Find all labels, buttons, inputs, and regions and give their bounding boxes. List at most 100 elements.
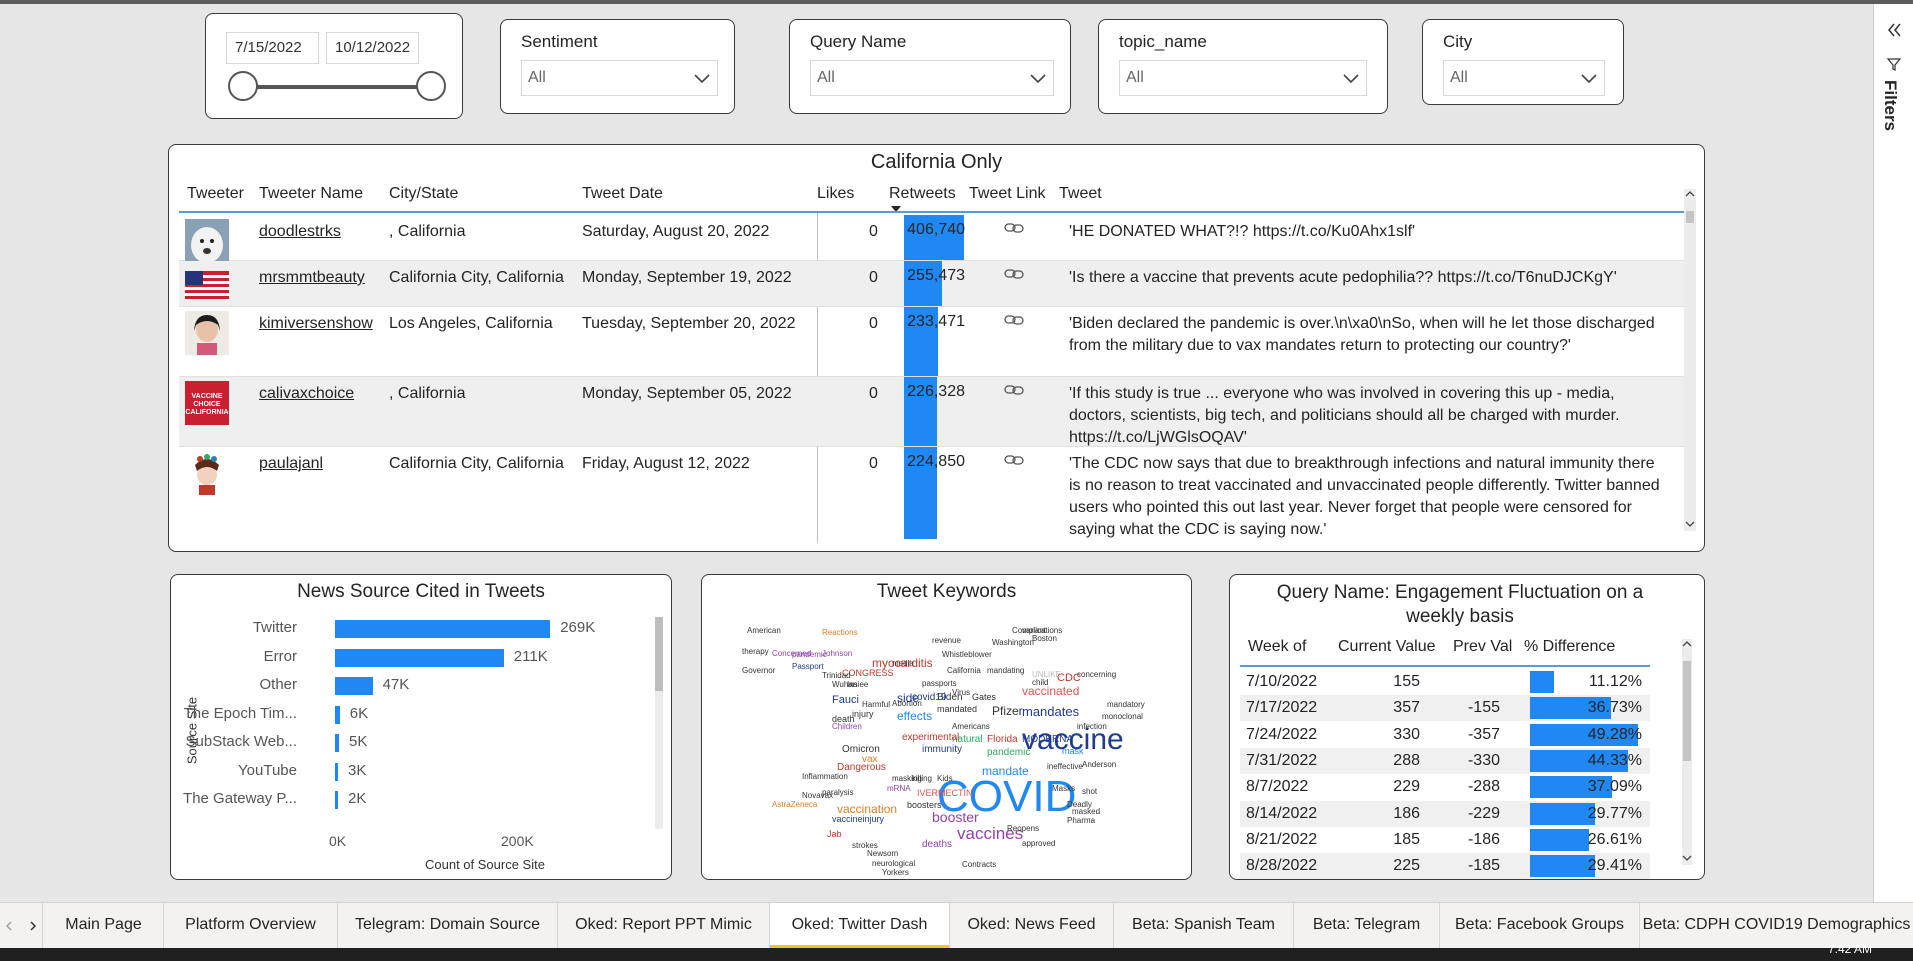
tweeter-name[interactable]: doodlestrks xyxy=(259,221,341,243)
keyword[interactable]: Pharma xyxy=(1067,817,1095,825)
topic-name-dropdown[interactable]: All xyxy=(1119,60,1367,96)
keyword[interactable]: media xyxy=(892,660,914,668)
keyword[interactable]: mandate xyxy=(982,765,1029,777)
keyword[interactable]: AstraZeneca xyxy=(772,801,817,809)
scroll-down-icon[interactable] xyxy=(1682,853,1692,863)
col-retweets[interactable]: Retweets xyxy=(889,185,956,203)
scroll-down-icon[interactable] xyxy=(1685,519,1695,529)
tab-beta-telegram[interactable]: Beta: Telegram xyxy=(1294,903,1440,949)
keyword[interactable]: Pfizer xyxy=(992,705,1023,717)
scroll-up-icon[interactable] xyxy=(1682,639,1692,649)
keyword[interactable]: boosters xyxy=(907,801,942,810)
scroll-up-icon[interactable] xyxy=(1685,189,1695,199)
keyword[interactable]: revenue xyxy=(932,637,961,645)
bar[interactable] xyxy=(335,762,338,781)
keyword[interactable]: vaccineinjury xyxy=(832,815,884,824)
col-city-state[interactable]: City/State xyxy=(389,185,458,203)
keyword[interactable]: pandemic xyxy=(987,748,1030,758)
table-row[interactable]: doodlestrks , California Saturday, Augus… xyxy=(179,215,1687,263)
scroll-thumb[interactable] xyxy=(1683,661,1691,761)
keyword[interactable]: therapy xyxy=(742,648,769,656)
table-row[interactable]: paulajanl California City, California Fr… xyxy=(179,447,1687,539)
bar[interactable] xyxy=(335,620,551,638)
tweeter-name[interactable]: calivaxchoice xyxy=(259,383,354,405)
keyword[interactable]: Florida xyxy=(987,735,1018,745)
table-row[interactable]: VACCINE CHOICE CALIFORNIA calivaxchoice … xyxy=(179,377,1687,447)
keyword[interactable]: Fauci xyxy=(832,695,859,706)
tweeter-name[interactable]: mrsmmtbeauty xyxy=(259,267,365,289)
link-icon[interactable] xyxy=(1004,383,1024,397)
keyword[interactable]: American xyxy=(747,627,781,635)
tab-main-page[interactable]: Main Page xyxy=(44,903,164,949)
chevron-left-icon[interactable] xyxy=(4,921,14,931)
tab-nav-prev[interactable] xyxy=(0,903,20,949)
keyword[interactable]: MODERNA xyxy=(1022,735,1073,745)
table-row[interactable]: kimiversenshow Los Angeles, California T… xyxy=(179,307,1687,377)
end-date-input[interactable]: 10/12/2022 xyxy=(326,32,419,64)
tab-beta-spanish-team[interactable]: Beta: Spanish Team xyxy=(1114,903,1294,949)
engagement-scrollbar[interactable] xyxy=(1682,639,1692,865)
keyword[interactable]: masked xyxy=(1072,808,1100,816)
keyword[interactable]: approved xyxy=(1022,840,1055,848)
tab-oked-news-feed[interactable]: Oked: News Feed xyxy=(950,903,1114,949)
keyword[interactable]: monoclonal xyxy=(1102,713,1143,721)
date-range-slicer[interactable]: 7/15/2022 10/12/2022 xyxy=(205,13,463,119)
tab-platform-overview[interactable]: Platform Overview xyxy=(164,903,338,949)
keyword[interactable]: injury xyxy=(852,710,874,719)
col-tweeter-name[interactable]: Tweeter Name xyxy=(259,185,363,203)
bar[interactable] xyxy=(335,648,504,667)
keyword[interactable]: Reactions xyxy=(822,629,858,637)
keyword[interactable]: Harmful xyxy=(862,701,890,709)
keyword[interactable]: child xyxy=(1032,679,1048,687)
engagement-row[interactable]: 7/17/2022 357 -155 36.73% xyxy=(1240,695,1650,722)
tweeter-name[interactable]: paulajanl xyxy=(259,453,323,475)
engagement-row[interactable]: 7/31/2022 288 -330 44.33% xyxy=(1240,747,1650,774)
col-tweet[interactable]: Tweet xyxy=(1059,185,1102,203)
keyword[interactable]: neurological xyxy=(872,860,915,868)
keyword[interactable]: Johnson xyxy=(822,650,852,658)
col-tweet-date[interactable]: Tweet Date xyxy=(582,185,663,203)
tab-telegram-domain-source[interactable]: Telegram: Domain Source xyxy=(338,903,558,949)
city-slicer[interactable]: City All xyxy=(1422,19,1624,105)
keyword[interactable]: mandating xyxy=(987,667,1024,675)
keyword[interactable]: Kids xyxy=(937,775,953,783)
keyword[interactable]: Newsom xyxy=(867,850,898,858)
keyword[interactable]: ineffective xyxy=(1047,763,1083,771)
tab-oked-report-ppt-mimic[interactable]: Oked: Report PPT Mimic xyxy=(558,903,770,949)
keyword[interactable]: Whistleblower xyxy=(942,651,992,659)
col-pct-difference[interactable]: % Difference xyxy=(1524,638,1615,656)
keyword[interactable]: Children xyxy=(832,723,862,731)
keyword[interactable]: Governor xyxy=(742,667,775,675)
query-name-slicer[interactable]: Query Name All xyxy=(789,19,1071,114)
engagement-row[interactable]: 8/21/2022 185 -186 26.61% xyxy=(1240,827,1650,853)
keyword[interactable]: Washington xyxy=(992,639,1034,647)
sentiment-dropdown[interactable]: All xyxy=(521,60,718,96)
keyword[interactable]: Trinidad xyxy=(822,672,851,680)
topic-name-slicer[interactable]: topic_name All xyxy=(1098,19,1388,114)
filters-label[interactable]: Filters xyxy=(1880,80,1900,131)
keyword[interactable]: Gates xyxy=(972,693,996,702)
keyword[interactable]: Masks xyxy=(1052,785,1075,793)
keyword[interactable]: mandatory xyxy=(1107,701,1145,709)
sentiment-slicer[interactable]: Sentiment All xyxy=(500,19,735,114)
double-chevron-left-icon[interactable] xyxy=(1886,22,1902,38)
bar[interactable] xyxy=(335,734,339,752)
keyword[interactable]: experimental xyxy=(902,733,959,743)
engagement-row[interactable]: 8/14/2022 186 -229 29.77% xyxy=(1240,800,1650,827)
keyword[interactable]: shot xyxy=(1082,788,1097,796)
keyword[interactable]: concerning xyxy=(1077,671,1116,679)
keyword[interactable]: Yorkers xyxy=(882,869,909,877)
keyword[interactable]: passports xyxy=(922,680,957,688)
keyword[interactable]: infection xyxy=(1077,723,1107,731)
date-slider-start-handle[interactable] xyxy=(228,71,258,101)
keyword[interactable]: immunity xyxy=(922,745,962,755)
keyword[interactable]: mandated xyxy=(937,705,977,714)
keyword[interactable]: booster xyxy=(932,810,979,824)
tab-beta-cdph-covid19-demographics[interactable]: Beta: CDPH COVID19 Demographics xyxy=(1640,903,1913,949)
filters-pane[interactable]: Filters xyxy=(1873,4,1913,902)
tab-nav-next[interactable] xyxy=(22,903,43,949)
keyword[interactable]: Anderson xyxy=(1082,761,1116,769)
keyword[interactable]: mandates xyxy=(1022,705,1079,718)
tweeter-name[interactable]: kimiversenshow xyxy=(259,313,373,335)
chart-scrollbar[interactable] xyxy=(655,617,663,829)
